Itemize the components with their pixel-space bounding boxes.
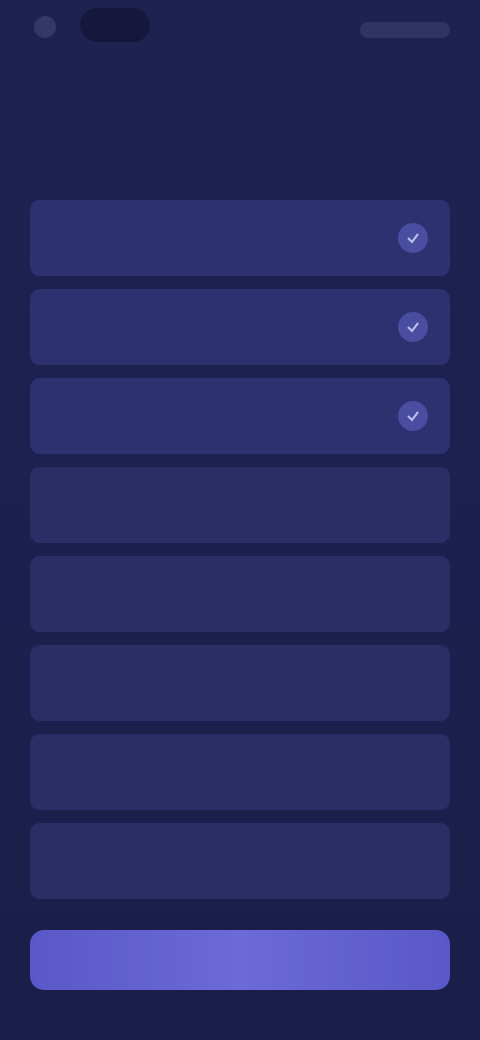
back-icon[interactable]	[34, 16, 56, 38]
option-item[interactable]	[30, 200, 450, 276]
option-item[interactable]	[30, 734, 450, 810]
option-item[interactable]	[30, 645, 450, 721]
options-list	[30, 200, 450, 912]
option-item[interactable]	[30, 556, 450, 632]
check-icon	[398, 223, 428, 253]
continue-button[interactable]	[30, 930, 450, 990]
app-screen	[0, 0, 480, 1040]
check-icon	[398, 401, 428, 431]
status-bar	[0, 0, 480, 60]
app-logo	[80, 8, 150, 42]
option-item[interactable]	[30, 823, 450, 899]
option-item[interactable]	[30, 289, 450, 365]
option-item[interactable]	[30, 467, 450, 543]
status-indicators	[360, 22, 450, 38]
check-icon	[398, 312, 428, 342]
option-item[interactable]	[30, 378, 450, 454]
